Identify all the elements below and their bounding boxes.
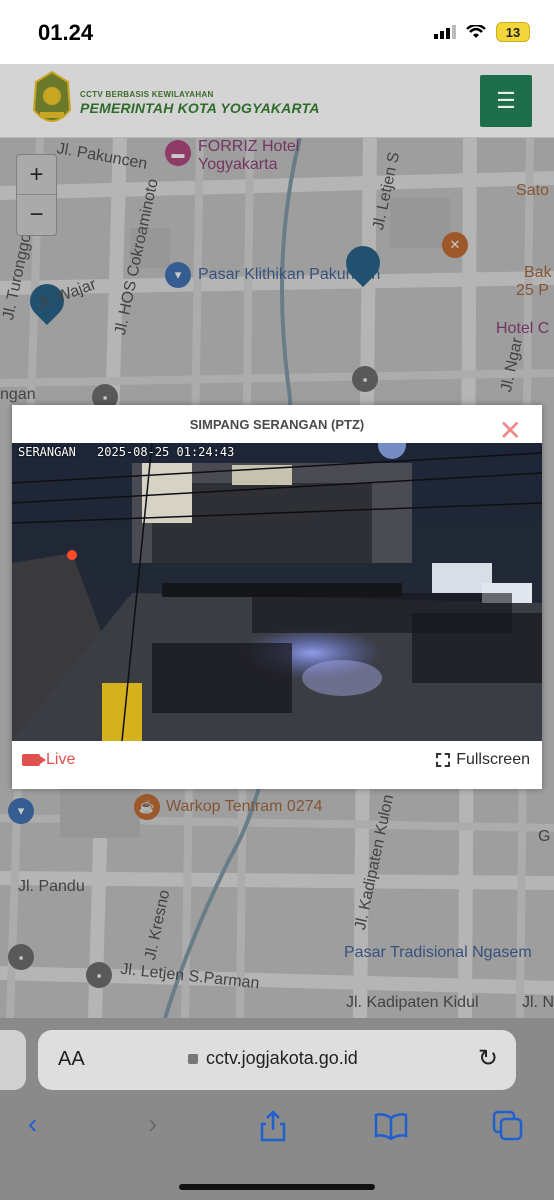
cafe-icon[interactable]: ☕ <box>134 794 160 820</box>
map-label: ngan <box>0 386 36 403</box>
status-bar: 01.24 13 <box>0 0 554 64</box>
fullscreen-label: Fullscreen <box>456 751 530 768</box>
status-icons: 13 <box>434 22 530 42</box>
reload-icon[interactable]: ↻ <box>478 1044 498 1073</box>
home-indicator[interactable] <box>179 1184 375 1190</box>
logo-title: PEMERINTAH KOTA YOGYAKARTA <box>80 100 320 116</box>
share-icon[interactable] <box>258 1110 288 1142</box>
map-label: Pasar Tradisional Ngasem <box>344 944 532 961</box>
address-bar[interactable]: AA cctv.jogjakota.go.id ↻ <box>38 1030 516 1090</box>
live-label: Live <box>46 751 76 768</box>
bus-stop-icon[interactable]: ▪ <box>8 944 34 970</box>
site-header: CCTV BERBASIS KEWILAYAHAN PEMERINTAH KOT… <box>0 64 554 138</box>
reader-options-button[interactable]: AA <box>58 1048 85 1071</box>
logo-emblem-icon <box>32 70 72 122</box>
shopping-icon[interactable]: ▾ <box>165 262 191 288</box>
map-label: Yogyakarta <box>198 156 278 173</box>
forward-icon[interactable]: › <box>148 1108 157 1140</box>
live-button[interactable]: Live <box>22 751 75 769</box>
camera-timestamp: 2025-08-25 01:24:43 <box>97 445 235 459</box>
zoom-control: + − <box>16 154 57 236</box>
tabs-icon[interactable] <box>492 1110 524 1142</box>
zoom-out-button[interactable]: − <box>17 195 56 235</box>
map-label: FORRIZ Hotel <box>198 138 300 155</box>
map-label: Jl. N <box>522 994 554 1011</box>
restaurant-icon[interactable]: ✕ <box>442 232 468 258</box>
map-label: Warkop Tentram 0274 <box>166 798 323 815</box>
camera-feed[interactable]: SERANGAN 2025-08-25 01:24:43 <box>12 443 542 741</box>
map-label: Hotel C <box>496 320 550 337</box>
url-text: cctv.jogjakota.go.id <box>206 1048 358 1068</box>
menu-button[interactable]: ☰ <box>480 75 532 127</box>
lock-icon <box>188 1053 198 1064</box>
camera-name: SERANGAN <box>18 445 76 459</box>
map-label: Sato <box>516 182 549 199</box>
map-label: Jl. Pandu <box>18 878 85 895</box>
hamburger-icon: ☰ <box>496 88 516 113</box>
browser-address-area: AA cctv.jogjakota.go.id ↻ <box>0 1018 554 1100</box>
map-label: Jl. Kadipaten Kidul <box>346 994 479 1011</box>
zoom-in-button[interactable]: + <box>17 155 56 195</box>
bus-stop-icon[interactable]: ▪ <box>86 962 112 988</box>
wifi-icon <box>466 25 486 38</box>
url-display[interactable]: cctv.jogjakota.go.id <box>188 1048 358 1069</box>
modal-title: SIMPANG SERANGAN (PTZ) <box>189 417 365 432</box>
map-label: 25 P <box>516 282 549 299</box>
close-icon[interactable]: ✕ <box>499 417 522 445</box>
hotel-icon[interactable]: ▬ <box>165 140 191 166</box>
bookmarks-icon[interactable] <box>374 1112 408 1140</box>
previous-tab-preview[interactable] <box>0 1030 26 1090</box>
battery-indicator: 13 <box>496 22 530 42</box>
signal-icon <box>434 25 456 39</box>
map-label: Bak <box>524 264 552 281</box>
fullscreen-icon <box>436 753 451 767</box>
browser-toolbar: ‹ › <box>0 1100 554 1200</box>
cctv-modal: SIMPANG SERANGAN (PTZ) ✕ SERANGAN 2025-0… <box>12 405 542 789</box>
camera-overlay: SERANGAN 2025-08-25 01:24:43 <box>18 445 248 459</box>
fullscreen-button[interactable]: Fullscreen <box>436 751 530 769</box>
camera-image <box>12 443 542 741</box>
map-label: G <box>538 828 551 845</box>
back-icon[interactable]: ‹ <box>28 1108 37 1140</box>
logo-subtitle: CCTV BERBASIS KEWILAYAHAN <box>80 90 214 99</box>
shopping-icon[interactable]: ▾ <box>8 798 34 824</box>
video-camera-icon <box>22 754 46 766</box>
status-time: 01.24 <box>38 20 94 45</box>
bus-stop-icon[interactable]: ▪ <box>352 366 378 392</box>
